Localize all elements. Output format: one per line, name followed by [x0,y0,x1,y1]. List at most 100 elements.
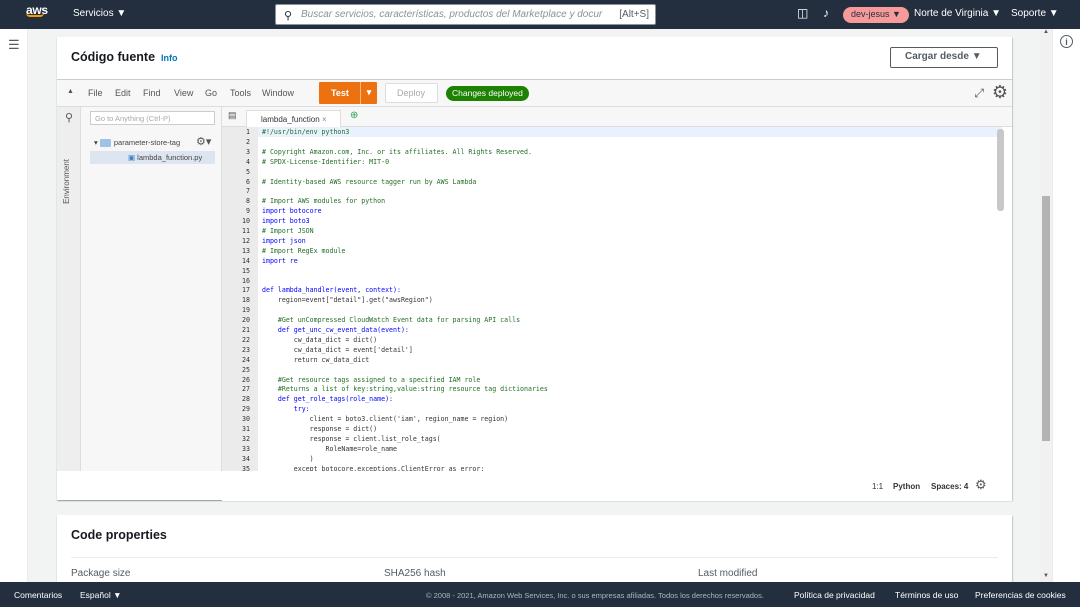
editor-scrollbar[interactable] [997,129,1004,211]
deploy-button[interactable]: Deploy [385,83,438,103]
code-line[interactable]: 19 [222,305,1002,315]
new-tab-icon[interactable]: ⊕ [350,110,358,121]
menu-go[interactable]: Go [205,88,217,98]
account-menu[interactable]: dev-jesus ▼ [843,7,909,23]
hamburger-menu-icon[interactable]: ☰ [8,37,20,53]
menu-find[interactable]: Find [143,88,161,98]
code-line[interactable]: 28 def get_role_tags(role_name): [222,394,1002,404]
code-line[interactable]: 6 # Identity-based AWS resource tagger ru… [222,177,1002,187]
menu-window[interactable]: Window [262,88,294,98]
privacy-link[interactable]: Política de privacidad [794,590,875,600]
upload-from-button[interactable]: Cargar desde ▼ [890,47,998,68]
language-selector[interactable]: Español ▼ [80,590,122,600]
info-link[interactable]: Info [161,53,178,63]
code-line[interactable]: 31 response = dict() [222,424,1002,434]
line-number: 23 [242,345,250,354]
code-line[interactable]: 20 #Get unCompressed CloudWatch Event da… [222,315,1002,325]
code-line[interactable]: 34 ) [222,454,1002,464]
code-line[interactable]: 17 def lambda_handler(event, context): [222,285,1002,295]
line-number: 14 [242,256,250,265]
code-line[interactable]: 27 #Returns a list of key:string,value:s… [222,384,1002,394]
code-text: response = client.list_role_tags( [262,434,441,443]
notifications-bell-icon[interactable]: ♪ [823,6,829,20]
indentation-setting[interactable]: Spaces: 4 [931,482,968,491]
aws-logo[interactable]: aws [26,3,50,25]
collapse-icon[interactable]: ▲ [67,88,74,95]
code-line[interactable]: 13 # Import RegEx module [222,246,1002,256]
ide-settings-gear-icon[interactable]: ⚙ [992,82,1008,103]
close-tab-icon[interactable]: × [322,115,327,124]
folder-settings-gear-icon[interactable]: ⚙▾ [196,135,211,148]
info-panel-icon[interactable]: i [1060,35,1073,48]
tabs-list-icon[interactable]: ▤ [228,110,237,121]
code-line[interactable]: 18 region=event["detail"].get("awsRegion… [222,295,1002,305]
language-mode[interactable]: Python [893,482,920,491]
statusbar-gear-icon[interactable]: ⚙ [975,477,987,493]
code-line[interactable]: 14 import re [222,256,1002,266]
cursor-position[interactable]: 1:1 [872,482,883,491]
goto-search-icon[interactable]: ⚲ [65,111,73,124]
menu-file[interactable]: File [88,88,103,98]
cloudshell-icon[interactable]: ◫ [797,6,808,20]
code-line[interactable]: 16 [222,276,1002,286]
editor-statusbar: 1:1 Python Spaces: 4 ⚙ [222,471,1012,501]
code-line[interactable]: 32 response = client.list_role_tags( [222,434,1002,444]
code-line[interactable]: 24 return cw_data_dict [222,355,1002,365]
page-scrollbar-thumb[interactable] [1042,196,1050,441]
line-number: 20 [242,316,250,325]
code-editor[interactable]: 1 #!/usr/bin/env python3 2 3 # Copyright Ama… [222,127,1012,471]
environment-tab[interactable]: Environment [57,107,81,471]
code-line[interactable]: 30 client = boto3.client('iam', region_n… [222,414,1002,424]
menu-view[interactable]: View [174,88,193,98]
code-line[interactable]: 1 #!/usr/bin/env python3 [222,127,1002,137]
goto-anything-input[interactable]: Go to Anything (Ctrl-P) [90,111,215,125]
code-line[interactable]: 11 # Import JSON [222,226,1002,236]
code-line[interactable]: 15 [222,266,1002,276]
code-text: def lambda_handler(event, context): [262,286,401,295]
code-line[interactable]: 29 try: [222,404,1002,414]
line-number: 4 [246,157,250,166]
fullscreen-icon[interactable]: ⤢ [974,86,984,101]
code-text: # Import RegEx module [262,246,346,255]
code-line[interactable]: 9 import botocore [222,206,1002,216]
region-selector[interactable]: Norte de Virginia ▼ [914,8,1001,19]
code-line[interactable]: 25 [222,365,1002,375]
code-text: cw_data_dict = dict() [262,335,378,344]
code-line[interactable]: 7 [222,186,1002,196]
cookie-preferences-link[interactable]: Preferencias de cookies [975,590,1066,600]
terms-link[interactable]: Términos de uso [895,590,958,600]
code-line[interactable]: 4 # SPDX-License-Identifier: MIT-0 [222,157,1002,167]
line-number: 19 [242,306,250,315]
code-text: region=event["detail"].get("awsRegion") [262,296,433,305]
code-line[interactable]: 3 # Copyright Amazon.com, Inc. or its aff… [222,147,1002,157]
file-item[interactable]: ▣ lambda_function.py [128,153,202,162]
search-icon: ⚲ [284,10,293,22]
feedback-link[interactable]: Comentarios [14,590,62,600]
panel-title: Código fuente Info [71,50,178,64]
code-line[interactable]: 2 [222,137,1002,147]
test-button[interactable]: Test ▾ [319,82,377,104]
code-line[interactable]: 23 cw_data_dict = event['detail'] [222,345,1002,355]
editor-tab[interactable]: lambda_function × [246,110,341,128]
menu-edit[interactable]: Edit [115,88,131,98]
code-text: except botocore.exceptions.ClientError a… [262,464,485,471]
search-input[interactable]: ⚲ Buscar servicios, características, pro… [275,4,656,25]
code-line[interactable]: 35 except botocore.exceptions.ClientErro… [222,464,1002,471]
code-line[interactable]: 5 [222,167,1002,177]
services-menu[interactable]: Servicios ▼ [73,8,126,19]
support-menu[interactable]: Soporte ▼ [1011,8,1059,19]
code-line[interactable]: 26 #Get resource tags assigned to a spec… [222,375,1002,385]
line-number: 6 [246,177,250,186]
code-line[interactable]: 21 def get_unc_cw_event_data(event): [222,325,1002,335]
code-text: # SPDX-License-Identifier: MIT-0 [262,157,390,166]
code-line[interactable]: 8 # Import AWS modules for python [222,196,1002,206]
folder-item[interactable]: ▾ parameter-store-tag [94,138,180,148]
left-rail: ☰ [0,29,28,582]
code-line[interactable]: 10 import boto3 [222,216,1002,226]
code-line[interactable]: 33 RoleName=role_name [222,444,1002,454]
code-line[interactable]: 12 import json [222,236,1002,246]
code-line[interactable]: 22 cw_data_dict = dict() [222,335,1002,345]
test-dropdown-caret-icon[interactable]: ▾ [360,82,377,104]
menu-tools[interactable]: Tools [230,88,251,98]
line-number: 18 [242,296,250,305]
